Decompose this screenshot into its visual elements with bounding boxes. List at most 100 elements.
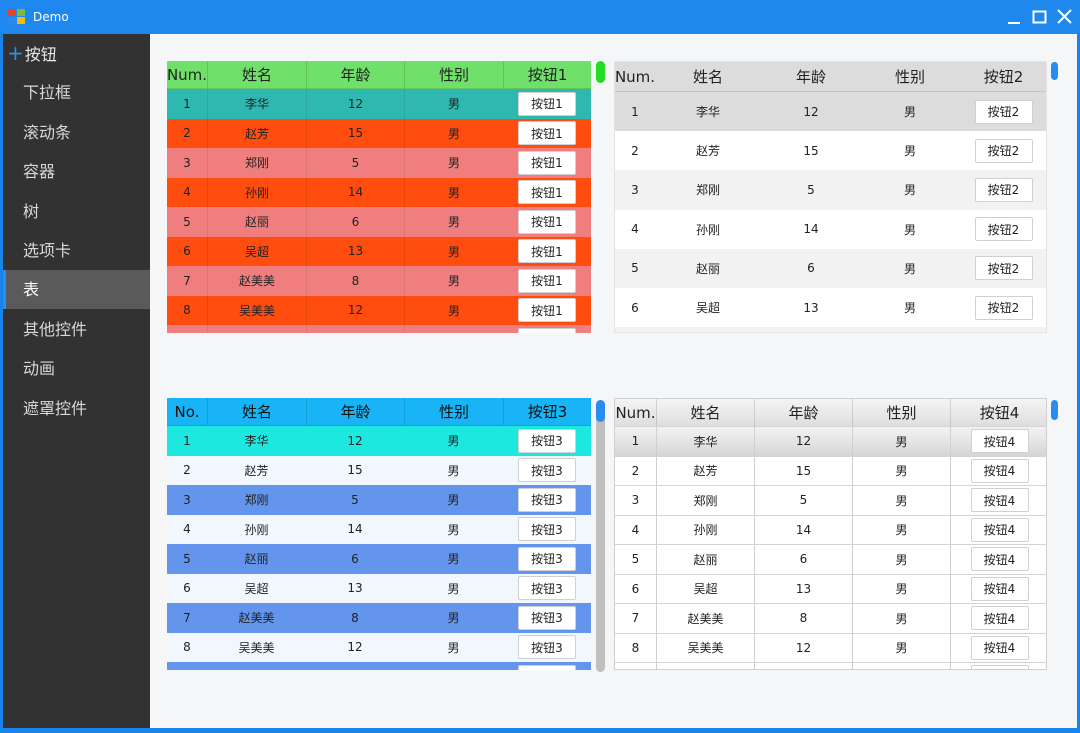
- row-action-button[interactable]: 按钮4: [970, 429, 1029, 454]
- column-header[interactable]: Num.: [615, 62, 655, 91]
- table-row[interactable]: 4 孙刚 14 男按钮1: [167, 177, 591, 207]
- sidebar-item-2[interactable]: 滚动条: [3, 113, 150, 152]
- table-row[interactable]: 1李华12男按钮1: [167, 89, 591, 119]
- row-action-button[interactable]: 按钮4: [970, 517, 1029, 542]
- scroll-thumb[interactable]: [596, 400, 605, 422]
- row-action-button[interactable]: 按钮2: [974, 217, 1033, 242]
- table-row[interactable]: 5 赵丽 6 男按钮1: [167, 207, 591, 237]
- row-action-button[interactable]: 按钮2: [974, 138, 1033, 163]
- sidebar-item-9[interactable]: 遮罩控件: [3, 389, 150, 428]
- vertical-scrollbar[interactable]: [596, 400, 605, 672]
- column-header[interactable]: 年龄: [761, 62, 861, 91]
- column-header[interactable]: 性别: [404, 61, 503, 88]
- column-header[interactable]: 性别: [404, 398, 503, 425]
- row-action-button[interactable]: 按钮3: [518, 458, 576, 483]
- column-header[interactable]: 年龄: [306, 61, 404, 88]
- row-action-button[interactable]: 按钮4: [970, 547, 1029, 572]
- column-header[interactable]: 按钮4: [950, 399, 1046, 426]
- table-row[interactable]: 6 吴超 13 男按钮4: [615, 574, 1046, 604]
- row-action-button[interactable]: 按钮1: [518, 150, 576, 175]
- column-header[interactable]: 姓名: [655, 62, 761, 91]
- vertical-scrollbar[interactable]: [596, 61, 605, 83]
- row-action-button[interactable]: 按钮1: [518, 268, 576, 293]
- row-action-button[interactable]: 按钮1: [518, 327, 576, 333]
- column-header[interactable]: 姓名: [656, 399, 754, 426]
- table-row[interactable]: 5 赵丽 6 男按钮4: [615, 545, 1046, 575]
- column-header[interactable]: 按钮3: [503, 398, 591, 425]
- row-action-button[interactable]: 按钮2: [974, 99, 1033, 124]
- sidebar-item-5[interactable]: 选项卡: [3, 231, 150, 270]
- table-row[interactable]: 4 孙刚 14 男按钮4: [615, 515, 1046, 545]
- column-header[interactable]: 按钮2: [959, 62, 1046, 91]
- row-action-button[interactable]: 按钮3: [518, 605, 576, 630]
- title-bar[interactable]: Demo: [0, 0, 1080, 34]
- table-row[interactable]: 1李华12男按钮4: [615, 663, 1046, 669]
- sidebar-item-0[interactable]: +按钮: [3, 34, 150, 73]
- sidebar-item-3[interactable]: 容器: [3, 152, 150, 191]
- row-action-button[interactable]: 按钮4: [970, 488, 1029, 513]
- table-row[interactable]: 8 吴美美 12 男按钮1: [167, 295, 591, 325]
- table-row[interactable]: 3 郑刚 5 男按钮1: [167, 148, 591, 178]
- column-header[interactable]: 年龄: [754, 399, 852, 426]
- table-row[interactable]: 7 赵美美 8 男按钮1: [167, 266, 591, 296]
- row-action-button[interactable]: 按钮1: [518, 91, 576, 116]
- table-row[interactable]: 7 赵美美 8 男 按钮3: [167, 603, 591, 633]
- table-row[interactable]: 1李华12男按钮3: [167, 662, 591, 670]
- sidebar-item-6[interactable]: 表: [3, 270, 150, 310]
- table-row[interactable]: 4 孙刚 14 男 按钮2: [615, 209, 1046, 249]
- table-row[interactable]: 8 吴美美 12 男 按钮3: [167, 632, 591, 662]
- column-header[interactable]: 性别: [852, 399, 950, 426]
- row-action-button[interactable]: 按钮3: [518, 576, 576, 601]
- row-action-button[interactable]: 按钮3: [518, 517, 576, 542]
- row-action-button[interactable]: 按钮2: [974, 177, 1033, 202]
- vertical-scrollbar[interactable]: [1051, 62, 1058, 80]
- table-row[interactable]: 2 赵芳 15 男 按钮3: [167, 455, 591, 485]
- table-row[interactable]: 7 赵美美 8 男按钮4: [615, 604, 1046, 634]
- row-action-button[interactable]: 按钮4: [970, 606, 1029, 631]
- table-row[interactable]: 2 赵芳 15 男 按钮2: [615, 131, 1046, 171]
- column-header[interactable]: Num.: [167, 61, 207, 88]
- row-action-button[interactable]: 按钮3: [518, 635, 576, 660]
- table-row[interactable]: 3 郑刚 5 男 按钮3: [167, 485, 591, 515]
- maximize-button[interactable]: [1027, 4, 1053, 30]
- row-action-button[interactable]: 按钮2: [974, 256, 1033, 281]
- table-row[interactable]: 2 赵芳 15 男按钮1: [167, 118, 591, 148]
- column-header[interactable]: 性别: [861, 62, 959, 91]
- vertical-scrollbar[interactable]: [1051, 400, 1058, 420]
- row-action-button[interactable]: 按钮1: [518, 239, 576, 264]
- table-row[interactable]: 1李华12男按钮4: [615, 427, 1046, 457]
- table-row[interactable]: 6 吴超 13 男按钮1: [167, 236, 591, 266]
- sidebar-item-1[interactable]: 下拉框: [3, 73, 150, 112]
- sidebar-item-4[interactable]: 树: [3, 192, 150, 231]
- table-row[interactable]: 5 赵丽 6 男 按钮3: [167, 544, 591, 574]
- table-row[interactable]: 1李华12男按钮3: [167, 426, 591, 456]
- row-action-button[interactable]: 按钮4: [970, 576, 1029, 601]
- table-row[interactable]: 6 吴超 13 男 按钮2: [615, 288, 1046, 328]
- column-header[interactable]: Num.: [615, 399, 656, 426]
- sidebar-item-7[interactable]: 其他控件: [3, 310, 150, 349]
- sidebar-item-8[interactable]: 动画: [3, 349, 150, 388]
- table-row[interactable]: 1 李华 12 男 按钮2: [615, 92, 1046, 132]
- table-row[interactable]: 5 赵丽 6 男 按钮2: [615, 248, 1046, 288]
- row-action-button[interactable]: 按钮1: [518, 121, 576, 146]
- row-action-button[interactable]: 按钮4: [970, 458, 1029, 483]
- column-header[interactable]: No.: [167, 398, 207, 425]
- row-action-button[interactable]: 按钮2: [974, 295, 1033, 320]
- row-action-button[interactable]: 按钮1: [518, 209, 576, 234]
- minimize-button[interactable]: [1001, 4, 1027, 30]
- table-row[interactable]: 1李华12男按钮1: [167, 325, 591, 333]
- table-row[interactable]: 8 吴美美 12 男按钮4: [615, 633, 1046, 663]
- column-header[interactable]: 按钮1: [503, 61, 591, 88]
- row-action-button[interactable]: 按钮3: [518, 487, 576, 512]
- row-action-button[interactable]: 按钮3: [518, 546, 576, 571]
- row-action-button[interactable]: 按钮1: [518, 298, 576, 323]
- table-row[interactable]: 3 郑刚 5 男按钮4: [615, 486, 1046, 516]
- row-action-button[interactable]: 按钮4: [970, 635, 1029, 660]
- row-action-button[interactable]: 按钮4: [970, 665, 1029, 669]
- row-action-button[interactable]: 按钮3: [518, 664, 576, 670]
- table-row[interactable]: 2 赵芳 15 男按钮4: [615, 456, 1046, 486]
- table-row[interactable]: 4 孙刚 14 男 按钮3: [167, 514, 591, 544]
- table-row[interactable]: 7赵美美8男按钮2: [615, 327, 1046, 332]
- row-action-button[interactable]: 按钮1: [518, 180, 576, 205]
- column-header[interactable]: 姓名: [207, 61, 306, 88]
